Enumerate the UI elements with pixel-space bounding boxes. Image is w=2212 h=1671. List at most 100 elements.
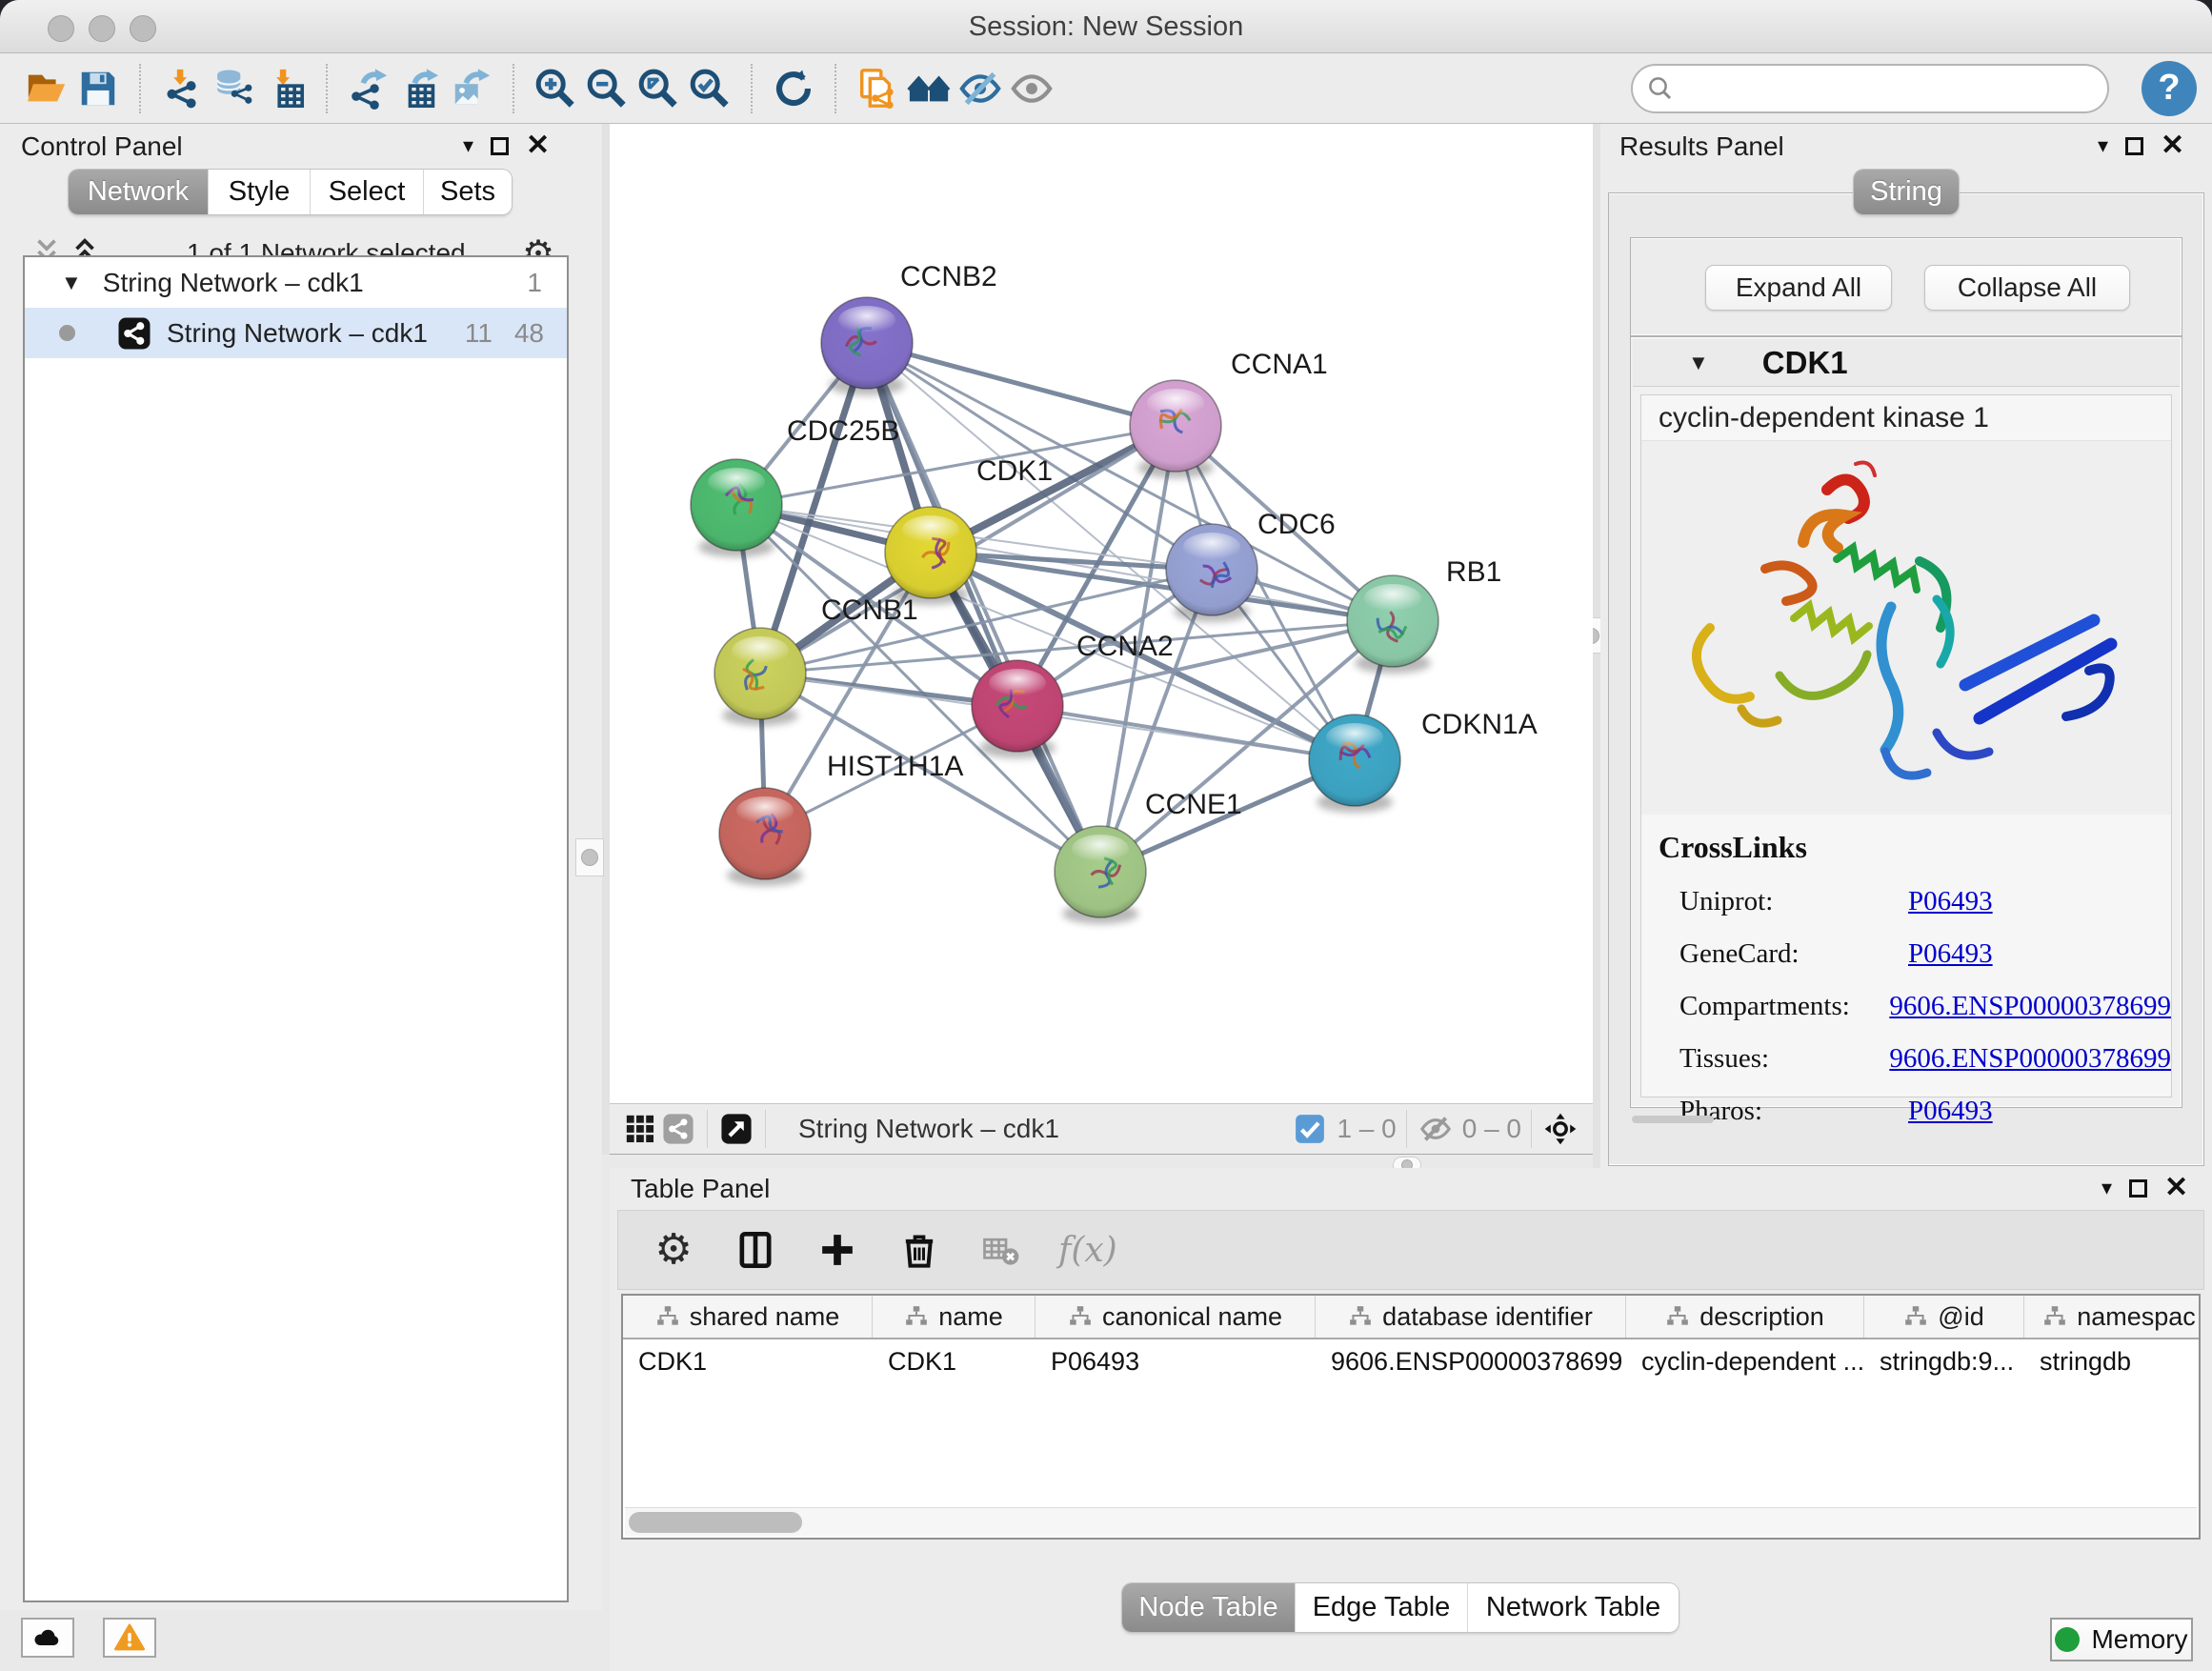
panel-menu-icon[interactable]: ▾ — [2101, 1176, 2112, 1200]
node-CDK1[interactable] — [885, 507, 976, 598]
node-CCNA1[interactable] — [1130, 380, 1221, 472]
tab-node-table[interactable]: Node Table — [1122, 1583, 1295, 1632]
refresh-view-button[interactable] — [768, 63, 819, 114]
cloud-status-button[interactable] — [21, 1618, 74, 1658]
crosslink-row: Tissues:9606.ENSP00000378699 — [1659, 1043, 2171, 1075]
network-row[interactable]: String Network – cdk1 11 48 — [25, 308, 567, 358]
crosslink-link[interactable]: P06493 — [1908, 886, 1993, 916]
network-view-title: String Network – cdk1 — [798, 1114, 1059, 1144]
open-session-button[interactable] — [21, 63, 72, 114]
tab-string[interactable]: String — [1854, 170, 1959, 214]
panel-menu-icon[interactable]: ▾ — [2098, 133, 2108, 158]
close-panel-icon[interactable]: ✕ — [526, 136, 550, 155]
hidden-elements-icon[interactable] — [1417, 1110, 1455, 1148]
crosslink-link[interactable]: P06493 — [1908, 1096, 1993, 1126]
fit-content-icon[interactable] — [1541, 1110, 1579, 1148]
warnings-button[interactable] — [103, 1618, 156, 1658]
tab-select[interactable]: Select — [310, 170, 423, 214]
network-graph[interactable]: CCNB2CCNA1CDC25BCDK1CDC6RB1CCNB1CCNA2CDK… — [610, 124, 1593, 1103]
close-panel-icon[interactable]: ✕ — [2164, 1178, 2188, 1198]
table-horizontal-scrollbar[interactable] — [625, 1507, 2197, 1536]
tab-network[interactable]: Network — [69, 170, 208, 214]
selected-nodes-checkbox[interactable] — [1291, 1110, 1329, 1148]
node-CCNB1[interactable] — [714, 628, 806, 719]
left-splitter[interactable] — [602, 124, 610, 1155]
table-row[interactable]: CDK1CDK1P064939606.ENSP00000378699cyclin… — [623, 1339, 2199, 1383]
export-table-button[interactable] — [394, 63, 446, 114]
node-HIST1H1A[interactable] — [719, 788, 811, 879]
node-CCNB2[interactable] — [821, 297, 913, 389]
zoom-fit-button[interactable] — [633, 63, 684, 114]
node-CCNA2[interactable] — [972, 660, 1063, 752]
float-panel-icon[interactable] — [2125, 137, 2143, 155]
edge-CCNB2-CCNA1[interactable] — [867, 343, 1176, 426]
node-CDC25B[interactable] — [691, 459, 782, 551]
first-neighbors-button[interactable] — [903, 63, 955, 114]
help-button[interactable]: ? — [2142, 61, 2197, 116]
close-panel-icon[interactable]: ✕ — [2161, 136, 2184, 155]
node-CDC6[interactable] — [1166, 524, 1257, 615]
column-header-description[interactable]: description — [1626, 1296, 1864, 1338]
zoom-selected-button[interactable] — [684, 63, 735, 114]
tab-style[interactable]: Style — [208, 170, 310, 214]
tab-sets[interactable]: Sets — [423, 170, 512, 214]
node-CDKN1A[interactable] — [1309, 715, 1400, 806]
delete-column-icon[interactable] — [895, 1225, 944, 1275]
show-all-button[interactable] — [1006, 63, 1057, 114]
import-table-button[interactable] — [259, 63, 311, 114]
collapse-all-button[interactable]: Collapse All — [1924, 265, 2130, 311]
toolbar-separator — [513, 64, 514, 113]
left-splitter-grip[interactable] — [575, 838, 604, 876]
function-builder-icon[interactable]: f(x) — [1058, 1231, 1117, 1270]
toolbar-separator — [326, 64, 328, 113]
network-collection-row[interactable]: ▼ String Network – cdk1 1 — [25, 257, 567, 308]
delete-table-icon[interactable] — [976, 1225, 1026, 1275]
column-header--id[interactable]: @id — [1864, 1296, 2024, 1338]
import-network-database-button[interactable] — [208, 63, 259, 114]
gene-section-header[interactable]: ▼ CDK1 — [1633, 339, 2180, 387]
column-header-database-identifier[interactable]: database identifier — [1316, 1296, 1626, 1338]
crosslink-link[interactable]: 9606.ENSP00000378699 — [1889, 991, 2171, 1021]
collection-expand-icon[interactable]: ▼ — [61, 271, 82, 295]
birdseye-view-icon[interactable] — [717, 1110, 755, 1148]
memory-status-dot — [2055, 1627, 2080, 1652]
tab-network-table[interactable]: Network Table — [1467, 1583, 1679, 1632]
import-network-file-button[interactable] — [156, 63, 208, 114]
section-collapse-icon[interactable]: ▼ — [1688, 351, 1709, 375]
network-canvas[interactable]: CCNB2CCNA1CDC25BCDK1CDC6RB1CCNB1CCNA2CDK… — [610, 124, 1593, 1103]
network-view-icon[interactable] — [659, 1110, 697, 1148]
edge-RB1-CCNA2[interactable] — [1017, 621, 1393, 706]
tab-edge-table[interactable]: Edge Table — [1295, 1583, 1467, 1632]
column-header-name[interactable]: name — [873, 1296, 1036, 1338]
control-panel: Control Panel ▾ ✕ Network Style Select S… — [0, 124, 602, 1610]
save-session-button[interactable] — [72, 63, 124, 114]
column-header-shared-name[interactable]: shared name — [623, 1296, 873, 1338]
duplicate-network-button[interactable] — [852, 63, 903, 114]
crosslink-link[interactable]: P06493 — [1908, 938, 1993, 969]
memory-button[interactable]: Memory — [2050, 1618, 2193, 1661]
add-column-icon[interactable] — [813, 1225, 862, 1275]
zoom-in-button[interactable] — [530, 63, 581, 114]
hide-selected-button[interactable] — [955, 63, 1006, 114]
table-scrollbar-thumb[interactable] — [629, 1512, 802, 1533]
export-image-button[interactable] — [446, 63, 497, 114]
panel-menu-icon[interactable]: ▾ — [463, 133, 473, 158]
search-field[interactable] — [1631, 64, 2109, 113]
network-overview-icon[interactable] — [621, 1110, 659, 1148]
zoom-out-button[interactable] — [581, 63, 633, 114]
float-panel-icon[interactable] — [2129, 1179, 2147, 1198]
node-RB1[interactable] — [1347, 575, 1438, 667]
crosslink-link[interactable]: 9606.ENSP00000378699 — [1889, 1043, 2171, 1074]
node-CCNE1[interactable] — [1055, 826, 1146, 917]
column-header-namespac[interactable]: namespac — [2024, 1296, 2212, 1338]
search-input[interactable] — [1675, 73, 2084, 105]
show-columns-icon[interactable] — [731, 1225, 780, 1275]
results-scrollbar-thumb[interactable] — [1632, 1116, 1714, 1123]
network-edge-count: 48 — [514, 318, 544, 349]
column-header-canonical-name[interactable]: canonical name — [1036, 1296, 1316, 1338]
network-list: ▼ String Network – cdk1 1 String Network… — [23, 255, 569, 1602]
table-options-gear-icon[interactable]: ⚙ — [649, 1225, 698, 1275]
expand-all-button[interactable]: Expand All — [1705, 265, 1892, 311]
float-panel-icon[interactable] — [491, 137, 509, 155]
export-network-button[interactable] — [343, 63, 394, 114]
